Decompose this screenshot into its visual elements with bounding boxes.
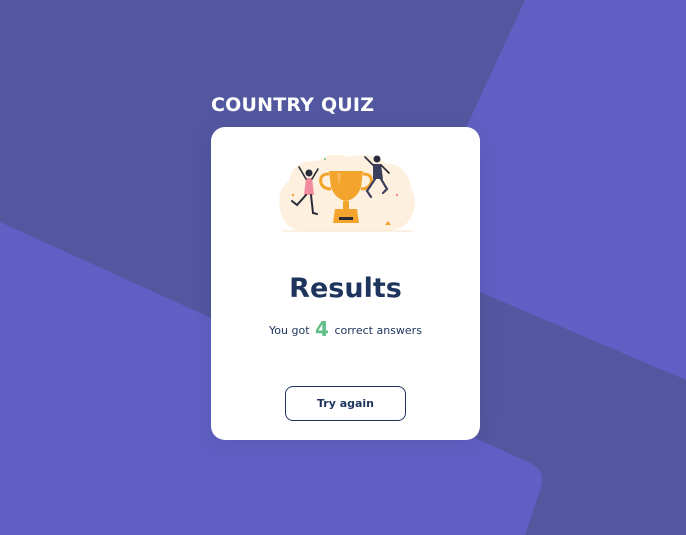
score-value: 4 (315, 317, 329, 341)
score-summary: You got 4 correct answers (211, 317, 480, 341)
try-again-button[interactable]: Try again (285, 386, 406, 421)
winners-trophy-illustration (279, 154, 415, 232)
app-title: COUNTRY QUIZ (211, 94, 375, 116)
score-prefix: You got (269, 324, 310, 337)
results-card: Results You got 4 correct answers Try ag… (211, 127, 480, 440)
results-heading: Results (289, 273, 402, 304)
score-suffix: correct answers (334, 324, 422, 337)
app-background: COUNTRY QUIZ Results You got 4 correct a… (0, 0, 686, 535)
